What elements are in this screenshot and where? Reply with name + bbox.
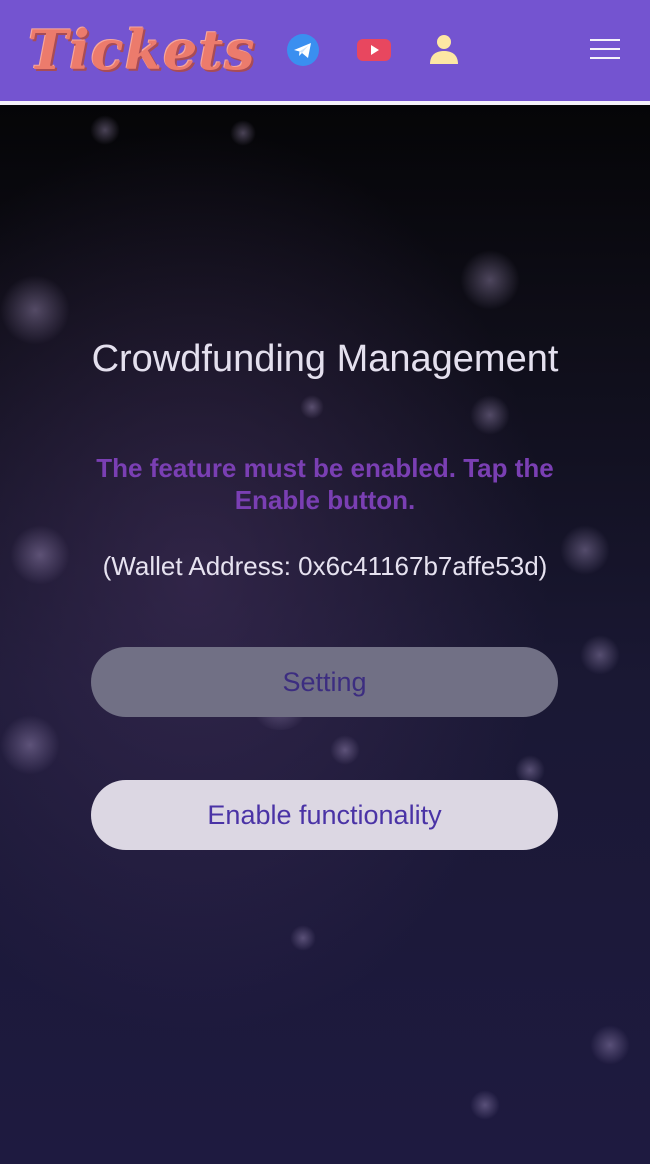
page-title: Crowdfunding Management bbox=[91, 338, 559, 380]
wallet-address: (Wallet Address: 0x6c41167b7affe53d) bbox=[102, 551, 548, 581]
telegram-icon[interactable] bbox=[284, 31, 322, 69]
main-content bbox=[0, 105, 650, 1164]
hamburger-menu-icon[interactable] bbox=[588, 36, 624, 62]
setting-button[interactable]: Setting bbox=[91, 647, 558, 717]
youtube-icon[interactable] bbox=[354, 35, 394, 65]
enable-functionality-button[interactable]: Enable functionality bbox=[91, 780, 558, 850]
top-navbar: Tickets bbox=[0, 0, 650, 105]
feature-warning-message: The feature must be enabled. Tap the Ena… bbox=[96, 453, 554, 515]
user-icon[interactable] bbox=[425, 30, 463, 68]
logo[interactable]: Tickets bbox=[28, 12, 256, 88]
